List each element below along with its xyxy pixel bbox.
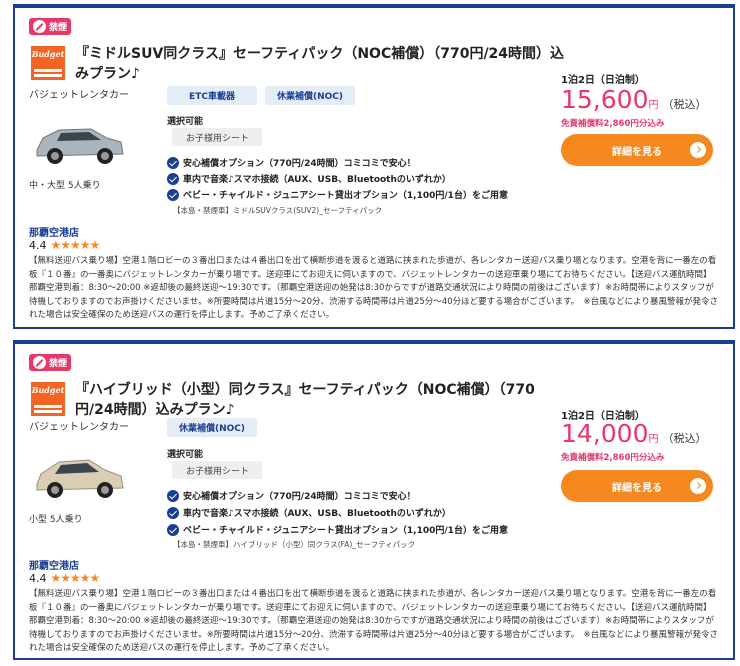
details-button[interactable]: 詳細を見る xyxy=(561,134,713,166)
check-icon xyxy=(167,156,179,169)
tag-noc: 休業補償(NOC) xyxy=(167,418,257,437)
tag-list: 休業補償(NOC) xyxy=(167,418,257,437)
price-period: 1泊2日（日泊制） xyxy=(561,75,645,86)
insurance-included: 免責補償料2,860円分込み xyxy=(561,453,665,463)
feature-item: 車内で音楽♪スマホ接続（AUX、USB、Bluetoothのいずれか） xyxy=(167,506,451,519)
chevron-right-icon xyxy=(690,142,706,158)
no-smoking-badge: 禁煙 xyxy=(29,18,71,35)
store-name[interactable]: 那覇空港店 xyxy=(29,224,79,239)
no-smoking-icon xyxy=(33,20,46,33)
no-smoking-label: 禁煙 xyxy=(49,359,68,369)
price: 14,000円 （税込） xyxy=(561,420,706,454)
details-button-label: 詳細を見る xyxy=(612,146,662,158)
no-smoking-label: 禁煙 xyxy=(49,23,68,33)
feature-item: 安心補償オプション（770円/24時間）コミコミで安心！ xyxy=(167,156,416,169)
plan-note: 【本島・禁煙車】ミドルSUVクラス(SUV2)_セーフティパック xyxy=(173,206,383,215)
feature-item: 安心補償オプション（770円/24時間）コミコミで安心！ xyxy=(167,489,416,502)
check-icon xyxy=(167,506,179,519)
price-unit: 円 xyxy=(648,100,659,111)
feature-item: 車内で音楽♪スマホ接続（AUX、USB、Bluetoothのいずれか） xyxy=(167,172,451,185)
rating-value: 4.4 xyxy=(29,238,47,252)
tag-list: ETC車載器 休業補償(NOC) xyxy=(167,86,355,105)
chevron-right-icon xyxy=(690,478,706,494)
option-child-seat: お子様用シート xyxy=(172,461,262,479)
car-image xyxy=(36,128,124,164)
tax-label: （税込） xyxy=(662,98,707,111)
no-smoking-icon xyxy=(33,356,46,369)
budget-logo: Budget xyxy=(31,382,65,416)
pickup-description: 【無料送迎バス乗り場】空港１階ロビーの３番出口または４番出口を出て横断歩道を渡る… xyxy=(29,589,718,653)
no-smoking-badge: 禁煙 xyxy=(29,354,71,371)
tag-etc: ETC車載器 xyxy=(167,86,257,105)
check-icon xyxy=(167,489,179,502)
plan-title[interactable]: 『ハイブリッド（小型）同クラス』セーフティパック（NOC補償）（770円/24時… xyxy=(75,380,565,420)
details-button[interactable]: 詳細を見る xyxy=(561,470,713,502)
listing-card: 禁煙 Budget 『ハイブリッド（小型）同クラス』セーフティパック（NOC補償… xyxy=(13,340,735,660)
listing-card: 禁煙 Budget 『ミドルSUV同クラス』セーフティパック（NOC補償）（77… xyxy=(13,4,735,329)
feature-item: ベビー・チャイルド・ジュニアシート貸出オプション（1,100円/1台）をご用意 xyxy=(167,188,508,201)
logo-text: Budget xyxy=(31,49,65,59)
check-icon xyxy=(167,523,179,536)
check-icon xyxy=(167,172,179,185)
car-image xyxy=(36,459,124,498)
tax-label: （税込） xyxy=(662,432,707,445)
star-rating-icon: ★★★★★ xyxy=(50,571,101,585)
rating: 4.4 ★★★★★ xyxy=(29,238,101,252)
feature-item: ベビー・チャイルド・ジュニアシート貸出オプション（1,100円/1台）をご用意 xyxy=(167,523,508,536)
star-rating-icon: ★★★★★ xyxy=(50,238,101,252)
car-size: 中・大型 5人乗り xyxy=(29,181,101,191)
price-value: 15,600 xyxy=(561,85,649,114)
plan-note: 【本島・禁煙車】ハイブリッド（小型）同クラス(FA)_セーフティパック xyxy=(173,540,416,549)
check-icon xyxy=(167,188,179,201)
logo-text: Budget xyxy=(31,385,65,395)
option-child-seat: お子様用シート xyxy=(172,128,262,146)
rating-value: 4.4 xyxy=(29,571,47,585)
price: 15,600円 （税込） xyxy=(561,86,706,120)
store-name[interactable]: 那覇空港店 xyxy=(29,557,79,572)
company-name: バジェットレンタカー xyxy=(29,90,129,101)
price-value: 14,000 xyxy=(561,419,649,448)
budget-logo: Budget xyxy=(31,46,65,80)
car-size: 小型 5人乗り xyxy=(29,515,83,525)
plan-title[interactable]: 『ミドルSUV同クラス』セーフティパック（NOC補償）（770円/24時間）込み… xyxy=(75,44,565,84)
tag-noc: 休業補償(NOC) xyxy=(265,86,355,105)
details-button-label: 詳細を見る xyxy=(612,482,662,494)
rating: 4.4 ★★★★★ xyxy=(29,571,101,585)
price-unit: 円 xyxy=(648,434,659,445)
option-label: 選択可能 xyxy=(167,117,204,127)
company-name: バジェットレンタカー xyxy=(29,422,129,433)
pickup-description: 【無料送迎バス乗り場】空港１階ロビーの３番出口または４番出口を出て横断歩道を渡る… xyxy=(29,256,718,320)
insurance-included: 免責補償料2,860円分込み xyxy=(561,119,665,129)
option-label: 選択可能 xyxy=(167,450,204,460)
